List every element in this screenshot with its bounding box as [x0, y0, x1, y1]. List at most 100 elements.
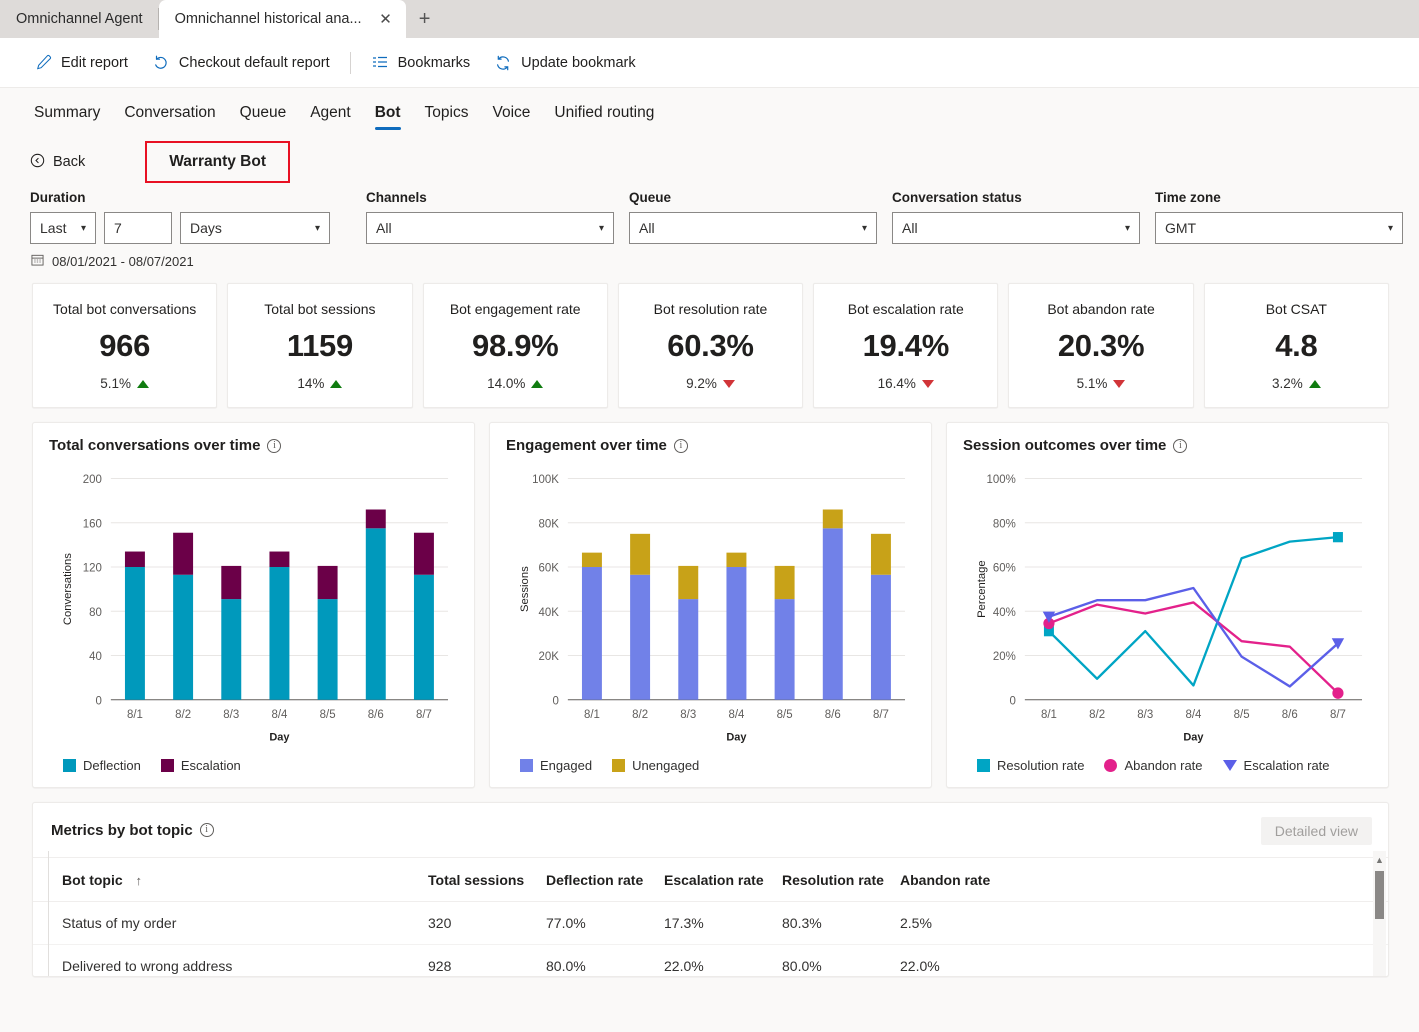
svg-text:80%: 80%: [993, 517, 1016, 530]
tab-unified-routing[interactable]: Unified routing: [542, 98, 666, 132]
svg-text:8/4: 8/4: [271, 708, 287, 721]
table-row[interactable]: Delivered to wrong address 928 80.0% 22.…: [33, 945, 1388, 976]
svg-text:0: 0: [1009, 694, 1015, 707]
channels-select[interactable]: All ▾: [366, 212, 614, 244]
kpi-delta: 16.4%: [878, 376, 934, 391]
legend-item-escalation-rate[interactable]: Escalation rate: [1222, 758, 1330, 773]
tab-label: Summary: [34, 104, 101, 121]
tab-label: Voice: [492, 104, 531, 121]
tab-conversation[interactable]: Conversation: [112, 98, 227, 132]
bookmarks-button[interactable]: Bookmarks: [359, 48, 483, 78]
tab-label: Conversation: [124, 104, 216, 121]
kpi-delta-text: 3.2%: [1271, 376, 1303, 391]
kpi-card-row: Total bot conversations 966 5.1% Total b…: [0, 269, 1419, 408]
browser-tab-historical-analytics[interactable]: Omnichannel historical ana... ✕: [158, 0, 406, 38]
column-header-deflection-rate[interactable]: Deflection rate: [546, 872, 664, 888]
column-header-resolution-rate[interactable]: Resolution rate: [782, 872, 900, 888]
filter-label: Conversation status: [892, 190, 1022, 205]
kpi-card-total-bot-conversations: Total bot conversations 966 5.1%: [32, 283, 218, 408]
cell-bot-topic: Delivered to wrong address: [62, 958, 233, 974]
column-header-escalation-rate[interactable]: Escalation rate: [664, 872, 782, 888]
duration-count-input[interactable]: 7: [104, 212, 172, 244]
info-icon[interactable]: i: [673, 438, 688, 453]
table-header-row: Bot topic ↑ Total sessions Deflection ra…: [33, 858, 1388, 902]
legend-item-abandon-rate[interactable]: Abandon rate: [1104, 758, 1203, 773]
trend-down-icon: [921, 379, 934, 388]
kpi-value: 19.4%: [862, 328, 950, 363]
chart-title-wrap: Engagement over time i: [506, 437, 915, 454]
table-row[interactable]: Status of my order 320 77.0% 17.3% 80.3%…: [33, 902, 1388, 945]
scrollbar-thumb[interactable]: [1375, 871, 1384, 919]
kpi-value: 20.3%: [1057, 328, 1145, 363]
svg-text:60%: 60%: [993, 561, 1016, 574]
close-icon[interactable]: ✕: [376, 9, 396, 29]
back-label: Back: [53, 154, 86, 170]
checkout-default-report-button[interactable]: Checkout default report: [140, 48, 342, 78]
info-icon[interactable]: i: [267, 438, 282, 453]
browser-tab-label: Omnichannel historical ana...: [174, 11, 362, 27]
info-icon[interactable]: i: [1173, 438, 1188, 453]
browser-tab-omnichannel-agent[interactable]: Omnichannel Agent: [0, 0, 159, 38]
chart-card-session-outcomes-over-time: Session outcomes over time i 0 20% 40% 60% 8…: [946, 422, 1389, 788]
chart-title: Session outcomes over time: [963, 437, 1167, 454]
tab-summary[interactable]: Summary: [22, 98, 112, 132]
svg-text:0: 0: [552, 694, 558, 707]
legend-swatch: [63, 758, 76, 772]
duration-unit-select[interactable]: Days ▾: [180, 212, 330, 244]
chart-row: Total conversations over time i 0 40 80 120…: [0, 408, 1419, 788]
svg-text:40K: 40K: [538, 606, 559, 619]
column-header-abandon-rate[interactable]: Abandon rate: [900, 872, 1018, 888]
info-icon[interactable]: i: [199, 823, 214, 837]
undo-icon: [152, 54, 170, 72]
legend-item-engaged[interactable]: Engaged: [520, 758, 592, 773]
svg-text:Day: Day: [1183, 732, 1204, 744]
cell-escalation-rate: 22.0%: [664, 958, 704, 974]
time-zone-select[interactable]: GMT ▾: [1155, 212, 1403, 244]
tab-queue[interactable]: Queue: [228, 98, 299, 132]
table-title-wrap: Metrics by bot topic i: [51, 822, 214, 839]
legend-item-deflection[interactable]: Deflection: [63, 758, 141, 773]
kpi-label: Bot engagement rate: [449, 301, 581, 317]
svg-text:8/5: 8/5: [320, 708, 336, 721]
legend-swatch: [1104, 758, 1118, 772]
tab-bot[interactable]: Bot: [363, 98, 413, 132]
trend-up-icon: [1308, 379, 1321, 388]
tab-label: Unified routing: [554, 104, 655, 121]
detailed-view-button[interactable]: Detailed view: [1260, 817, 1372, 845]
legend-label: Engaged: [540, 757, 593, 773]
legend-item-resolution-rate[interactable]: Resolution rate: [977, 758, 1084, 773]
svg-text:8/2: 8/2: [175, 708, 191, 721]
tab-topics[interactable]: Topics: [413, 98, 481, 132]
bot-name-title: Warranty Bot: [145, 141, 290, 183]
svg-text:Percentage: Percentage: [976, 560, 988, 618]
cell-resolution-rate: 80.0%: [782, 958, 822, 974]
svg-text:8/7: 8/7: [1330, 708, 1346, 721]
legend-swatch: [160, 758, 174, 772]
toolbar-divider: [349, 51, 351, 74]
filter-label: Duration: [30, 190, 86, 205]
chart-legend: Engaged Unengaged: [506, 753, 915, 777]
queue-select[interactable]: All ▾: [629, 212, 877, 244]
svg-text:8/6: 8/6: [368, 708, 384, 721]
column-header-bot-topic[interactable]: Bot topic ↑: [33, 872, 428, 888]
kpi-delta: 3.2%: [1272, 376, 1321, 391]
legend-item-escalation[interactable]: Escalation: [160, 758, 241, 773]
table-vertical-scrollbar[interactable]: ▲: [1373, 851, 1386, 976]
chart-title-wrap: Total conversations over time i: [49, 437, 458, 454]
chart-title: Engagement over time: [506, 437, 667, 454]
update-bookmark-button[interactable]: Update bookmark: [482, 48, 647, 78]
duration-mode-select[interactable]: Last ▾: [30, 212, 96, 244]
scroll-up-icon[interactable]: ▲: [1373, 851, 1386, 865]
edit-report-button[interactable]: Edit report: [22, 48, 140, 78]
kpi-delta-text: 14.0%: [487, 376, 526, 391]
trend-up-icon: [531, 379, 544, 388]
column-header-total-sessions[interactable]: Total sessions: [428, 872, 546, 888]
legend-item-unengaged[interactable]: Unengaged: [612, 758, 699, 773]
tab-voice[interactable]: Voice: [480, 98, 542, 132]
filter-time-zone: Time zone GMT ▾: [1155, 190, 1403, 244]
conversation-status-select[interactable]: All ▾: [892, 212, 1140, 244]
kpi-value: 60.3%: [667, 328, 754, 363]
back-button[interactable]: Back: [30, 153, 85, 172]
plus-icon[interactable]: +: [406, 0, 444, 38]
tab-agent[interactable]: Agent: [298, 98, 363, 132]
